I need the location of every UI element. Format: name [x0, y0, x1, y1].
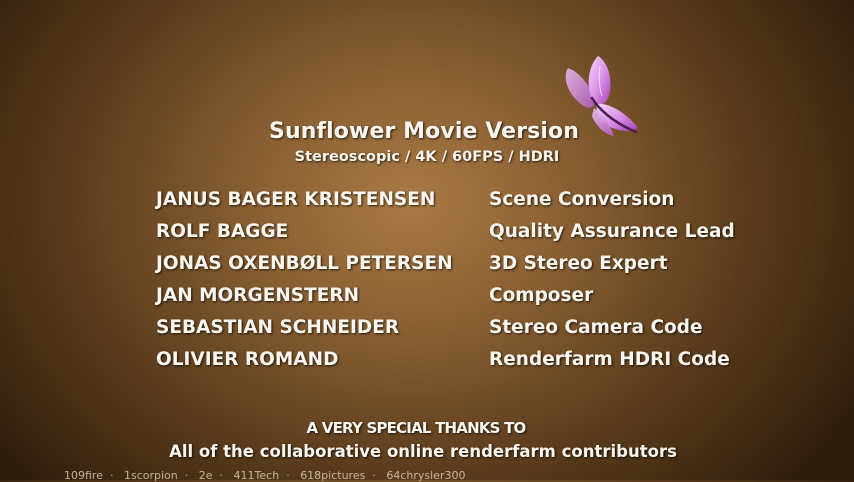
credit-name: JONAS OXENBØLL PETERSEN	[156, 253, 453, 274]
separator-dot: ·	[219, 469, 224, 482]
contributor-name: 109fire	[64, 469, 103, 482]
credits-subtitle: Stereoscopic / 4K / 60FPS / HDRI	[294, 149, 560, 165]
contributor-name: 618pictures	[300, 469, 366, 482]
credits-title: Sunflower Movie Version	[269, 119, 579, 144]
contributor-list: 109fire · 1scorpion · 2e · 411Tech · 618pict…	[64, 469, 465, 482]
credit-role: Stereo Camera Code	[489, 317, 703, 338]
credit-role: Renderfarm HDRI Code	[489, 349, 730, 370]
credit-name: SEBASTIAN SCHNEIDER	[156, 317, 400, 338]
special-thanks-heading: A VERY SPECIAL THANKS TO	[306, 419, 527, 437]
credit-name: ROLF BAGGE	[156, 221, 289, 242]
credit-role: Composer	[489, 285, 594, 306]
credit-role: Scene Conversion	[489, 189, 675, 210]
credit-name: OLIVIER ROMAND	[156, 349, 339, 370]
credit-role: Quality Assurance Lead	[489, 221, 735, 242]
special-thanks-line: All of the collaborative online renderfa…	[169, 442, 677, 461]
separator-dot: ·	[372, 469, 376, 482]
contributor-name: 64chrysler300	[386, 469, 466, 482]
contributor-name: 411Tech	[233, 469, 280, 482]
contributor-name: 1scorpion	[123, 469, 178, 482]
credit-role: 3D Stereo Expert	[489, 253, 668, 274]
separator-dot: ·	[109, 469, 114, 482]
contributor-name: 2e	[198, 469, 213, 482]
separator-dot: ·	[286, 469, 290, 482]
separator-dot: ·	[184, 469, 189, 482]
credit-name: JAN MORGENSTERN	[156, 285, 360, 306]
credit-name: JANUS BAGER KRISTENSEN	[156, 189, 436, 210]
